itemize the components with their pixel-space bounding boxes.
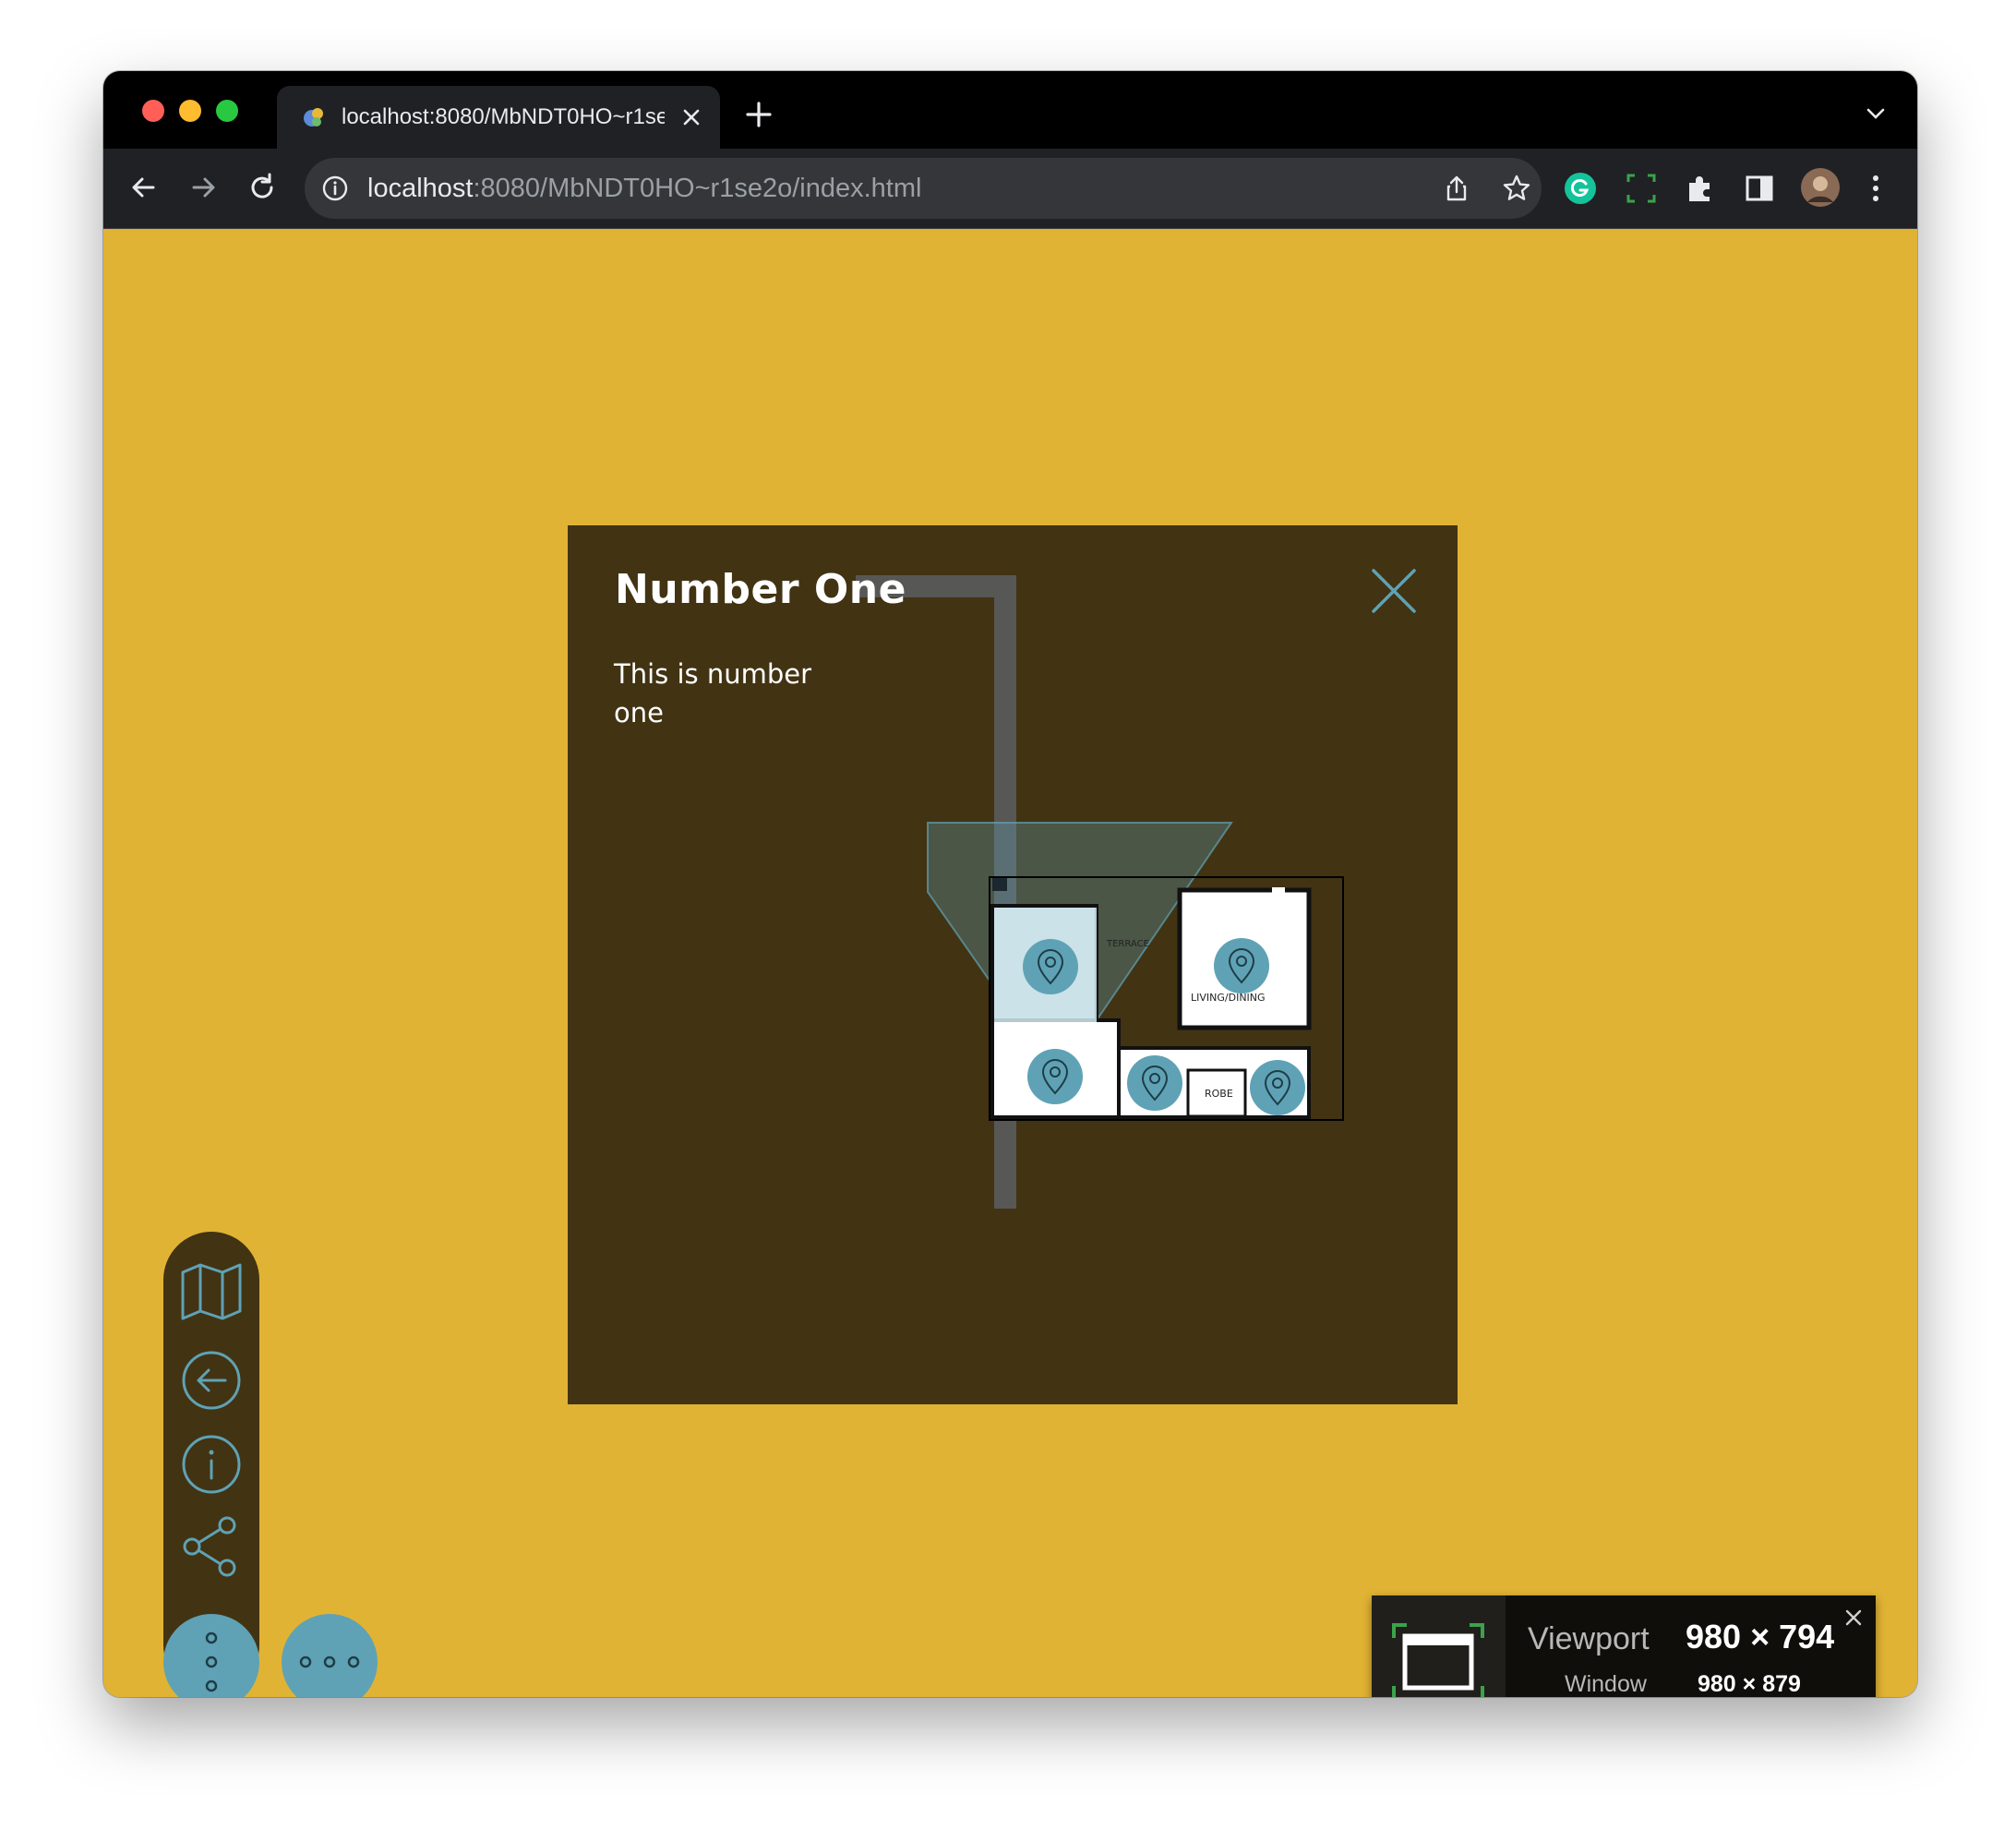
hotspot-marker[interactable]	[1127, 1055, 1182, 1111]
extensions-puzzle-icon[interactable]	[1684, 172, 1717, 205]
window-opening	[1272, 887, 1285, 895]
close-window-button[interactable]	[142, 100, 164, 122]
maximize-window-button[interactable]	[216, 100, 238, 122]
hotspot-marker[interactable]	[1250, 1060, 1305, 1115]
hotspot-marker[interactable]	[1214, 938, 1269, 993]
tab-strip: localhost:8080/MbNDT0HO~r1se2o/index.htm…	[103, 71, 1917, 149]
terrace-label: TERRACE	[1106, 939, 1149, 949]
window-label: Window	[1565, 1671, 1647, 1697]
info-icon[interactable]	[179, 1432, 244, 1497]
browser-tab[interactable]: localhost:8080/MbNDT0HO~r1se2o/index.htm…	[277, 86, 720, 149]
menu-toggle-horizontal-button[interactable]	[282, 1614, 378, 1697]
panel-description: This is number one	[614, 658, 812, 728]
favicon-icon	[304, 108, 323, 126]
address-bar[interactable]: localhost:8080/MbNDT0HO~r1se2o/index.htm…	[305, 158, 1542, 219]
tab-title: localhost:8080/MbNDT0HO~r1se2o/index.htm…	[342, 104, 665, 129]
screenshot-extension-icon[interactable]	[1625, 172, 1658, 205]
panel-title: Number One	[615, 566, 906, 613]
window-value: 980 × 879	[1698, 1671, 1801, 1697]
widget-close-icon[interactable]	[1844, 1608, 1863, 1627]
browser-menu-icon[interactable]	[1866, 172, 1885, 205]
viewport-label: Viewport	[1528, 1621, 1650, 1656]
viewport-icon-box	[1372, 1595, 1506, 1697]
site-info-icon[interactable]	[321, 175, 349, 202]
viewport-window-icon	[1392, 1623, 1484, 1697]
bookmark-star-icon[interactable]	[1501, 173, 1532, 204]
hotspot-marker[interactable]	[1027, 1049, 1083, 1104]
reload-icon[interactable]	[244, 169, 281, 206]
viewport-size-widget: Viewport 980 × 794 Window 980 × 879	[1372, 1595, 1876, 1697]
back-arrow-icon[interactable]	[179, 1348, 244, 1413]
browser-window: localhost:8080/MbNDT0HO~r1se2o/index.htm…	[103, 71, 1917, 1697]
map-icon[interactable]	[179, 1259, 244, 1324]
more-vertical-icon	[205, 1631, 218, 1692]
hotspot-info-panel: TERRACE LIVING/DINING ROBE Number One Th…	[568, 525, 1458, 1404]
tab-close-icon[interactable]	[680, 106, 702, 128]
minimize-window-button[interactable]	[179, 100, 201, 122]
url-host: localhost	[367, 174, 474, 203]
new-tab-icon[interactable]	[744, 100, 774, 129]
url-text[interactable]: localhost:8080/MbNDT0HO~r1se2o/index.htm…	[367, 173, 921, 204]
gear-icon[interactable]	[1844, 1694, 1868, 1697]
grammarly-extension-icon[interactable]	[1564, 172, 1597, 205]
share-page-icon[interactable]	[1442, 174, 1471, 203]
url-path: :8080/MbNDT0HO~r1se2o/index.html	[473, 174, 922, 203]
viewport-value: 980 × 794	[1686, 1618, 1835, 1655]
close-icon[interactable]	[1371, 568, 1417, 614]
share-icon[interactable]	[179, 1514, 244, 1579]
more-horizontal-icon	[299, 1655, 360, 1668]
browser-toolbar: localhost:8080/MbNDT0HO~r1se2o/index.htm…	[103, 149, 1917, 229]
living-dining-label: LIVING/DINING	[1191, 992, 1266, 1004]
back-icon[interactable]	[126, 169, 162, 206]
page-content: TERRACE LIVING/DINING ROBE Number One Th…	[103, 229, 1917, 1697]
column-marker	[992, 878, 1007, 891]
robe-label: ROBE	[1205, 1088, 1233, 1100]
hotspot-marker[interactable]	[1023, 939, 1078, 994]
profile-avatar[interactable]	[1800, 167, 1841, 208]
forward-icon[interactable]	[185, 169, 222, 206]
tab-search-chevron-icon[interactable]	[1865, 106, 1887, 121]
side-panel-icon[interactable]	[1743, 172, 1776, 205]
